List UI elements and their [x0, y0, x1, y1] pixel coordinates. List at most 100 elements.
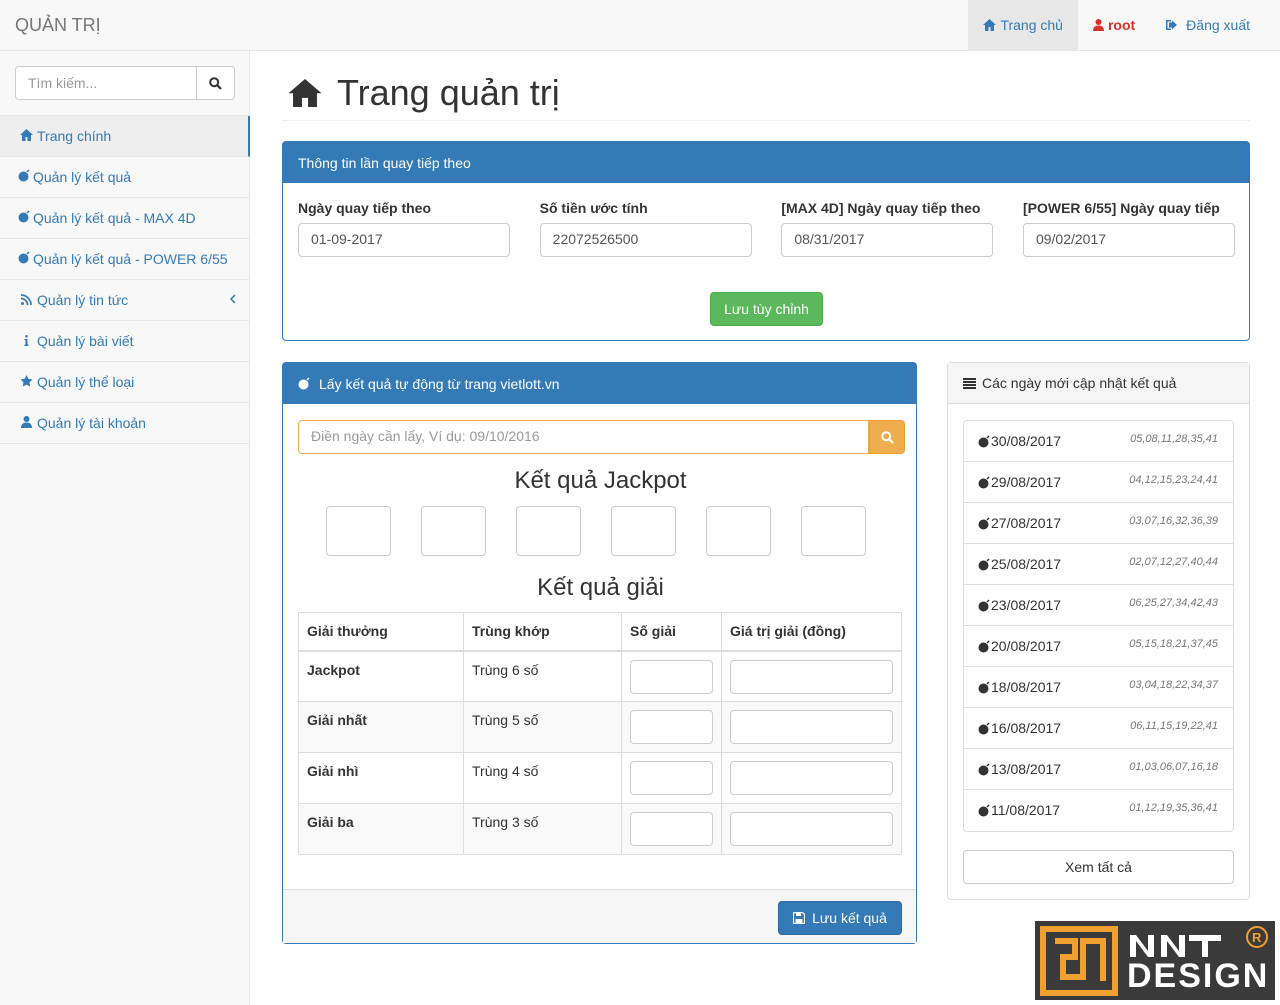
column-header: Trùng khớp	[463, 612, 622, 652]
sidebar-item-accounts[interactable]: Quản lý tài khoản	[0, 403, 250, 444]
sidebar: Tìm kiếm... Trang chính Quản lý kết quả …	[0, 51, 250, 1005]
sidebar-item-dashboard[interactable]: Trang chính	[0, 116, 250, 157]
table-row: Giải ba Trùng 3 số	[298, 803, 902, 855]
power655-next-date-input[interactable]: 09/02/2017	[1022, 223, 1235, 257]
result-numbers: 06,25,27,34,42,43	[1129, 597, 1218, 609]
result-date: 29/08/2017	[978, 474, 1061, 490]
list-item[interactable]: 18/08/2017 03,04,18,22,34,37	[964, 667, 1233, 708]
date-search-button[interactable]	[869, 420, 905, 454]
prize-cell: Giải nhì	[298, 752, 464, 804]
list-item[interactable]: 27/08/2017 03,07,16,32,36,39	[964, 503, 1233, 544]
result-numbers: 02,07,12,27,40,44	[1129, 556, 1218, 568]
list-item[interactable]: 16/08/2017 06,11,15,19,22,41	[964, 708, 1233, 749]
save-settings-button[interactable]: Lưu tùy chỉnh	[710, 292, 823, 326]
result-date-text: 23/08/2017	[991, 597, 1062, 613]
prize-count-input[interactable]	[630, 710, 713, 744]
prize-count-input[interactable]	[630, 812, 713, 846]
jackpot-number-input[interactable]	[611, 506, 676, 556]
result-date-text: 16/08/2017	[991, 720, 1062, 736]
count-cell	[621, 803, 722, 855]
sidebar-search-input[interactable]: Tìm kiếm...	[15, 66, 197, 100]
next-draw-date-input[interactable]: 01-09-2017	[298, 223, 510, 257]
sidebar-item-results[interactable]: Quản lý kết quả	[0, 157, 250, 198]
bomb-icon	[978, 639, 990, 652]
list-item[interactable]: 30/08/2017 05,08,11,28,35,41	[964, 421, 1233, 462]
sidebar-item-results-max4d[interactable]: Quản lý kết quả - MAX 4D	[0, 198, 250, 239]
jackpot-number-input[interactable]	[421, 506, 486, 556]
search-icon	[209, 76, 222, 90]
view-all-button[interactable]: Xem tất cả	[963, 850, 1234, 884]
jackpot-number-input[interactable]	[801, 506, 866, 556]
match-cell: Trùng 5 số	[463, 701, 622, 753]
count-cell	[621, 701, 722, 753]
match-cell: Trùng 6 số	[463, 650, 622, 702]
user-icon	[1092, 19, 1104, 31]
bomb-icon	[298, 377, 310, 390]
result-date: 27/08/2017	[978, 515, 1061, 531]
sidebar-search: Tìm kiếm...	[15, 66, 235, 100]
list-item[interactable]: 20/08/2017 05,15,18,21,37,45	[964, 626, 1233, 667]
prize-value-input[interactable]	[730, 761, 893, 795]
nav-user-link[interactable]: root	[1078, 0, 1150, 50]
sidebar-item-label: Quản lý kết quả - POWER 6/55	[33, 251, 228, 267]
list-item[interactable]: 29/08/2017 04,12,15,23,24,41	[964, 462, 1233, 503]
next-draw-panel: Thông tin lần quay tiếp theo Ngày quay t…	[282, 141, 1250, 341]
prize-value-input[interactable]	[730, 812, 893, 846]
result-date: 13/08/2017	[978, 761, 1061, 777]
result-date-text: 29/08/2017	[991, 474, 1062, 490]
jackpot-number-input[interactable]	[326, 506, 391, 556]
value-cell	[721, 752, 902, 804]
svg-text:R: R	[1252, 930, 1262, 945]
result-numbers: 04,12,15,23,24,41	[1129, 474, 1218, 486]
brand-link[interactable]: QUẢN TRỊ	[15, 15, 101, 36]
list-item[interactable]: 23/08/2017 06,25,27,34,42,43	[964, 585, 1233, 626]
prize-count-input[interactable]	[630, 659, 713, 694]
sidebar-item-posts[interactable]: Quản lý bài viết	[0, 321, 250, 362]
sidebar-item-categories[interactable]: Quản lý thể loại	[0, 362, 250, 403]
next-draw-fields: Ngày quay tiếp theo 01-09-2017 Số tiền ư…	[298, 200, 1235, 257]
bomb-icon	[978, 803, 990, 816]
nav-home-link[interactable]: Trang chủ	[968, 0, 1078, 50]
page-title-text: Trang quản trị	[337, 72, 560, 113]
next-draw-date-field: Ngày quay tiếp theo 01-09-2017	[298, 200, 510, 257]
date-search-input[interactable]: Điền ngày cần lấy, Ví dụ: 09/10/2016	[298, 420, 869, 454]
bomb-icon	[978, 680, 990, 693]
top-navbar: QUẢN TRỊ Trang chủ root Đăng xuất	[0, 0, 1280, 51]
jackpot-number-input[interactable]	[516, 506, 581, 556]
recent-dates-panel: Các ngày mới cập nhật kết quả 30/08/2017…	[947, 362, 1250, 900]
jackpot-number-input[interactable]	[706, 506, 771, 556]
sign-out-icon	[1166, 20, 1178, 30]
save-results-label: Lưu kết quả	[812, 910, 887, 926]
sidebar-item-label: Trang chính	[37, 128, 112, 144]
sidebar-item-label: Quản lý tài khoản	[37, 415, 146, 431]
list-item[interactable]: 13/08/2017 01,03,06,07,16,18	[964, 749, 1233, 790]
field-label: Số tiền ước tính	[539, 200, 648, 216]
prize-value-input[interactable]	[730, 710, 893, 744]
result-date-text: 13/08/2017	[991, 761, 1062, 777]
count-cell	[621, 752, 722, 804]
result-date: 11/08/2017	[978, 802, 1060, 818]
sidebar-item-results-power655[interactable]: Quản lý kết quả - POWER 6/55	[0, 239, 250, 280]
prize-value-input[interactable]	[730, 659, 893, 694]
result-numbers: 05,15,18,21,37,45	[1129, 638, 1218, 650]
prize-cell: Jackpot	[298, 650, 464, 702]
result-date-text: 18/08/2017	[991, 679, 1062, 695]
date-search: Điền ngày cần lấy, Ví dụ: 09/10/2016	[298, 420, 905, 454]
bomb-icon	[978, 475, 990, 488]
list-item[interactable]: 11/08/2017 01,12,19,35,36,41	[964, 790, 1233, 831]
nav-logout-link[interactable]: Đăng xuất	[1150, 0, 1265, 50]
page-title: Trang quản trị	[288, 72, 560, 114]
save-results-button[interactable]: Lưu kết quả	[778, 901, 902, 935]
sidebar-item-news[interactable]: Quản lý tin tức	[0, 280, 250, 321]
value-cell	[721, 650, 902, 702]
list-item[interactable]: 25/08/2017 02,07,12,27,40,44	[964, 544, 1233, 585]
prize-count-input[interactable]	[630, 761, 713, 795]
max4d-next-date-input[interactable]: 08/31/2017	[781, 223, 994, 257]
bomb-icon	[978, 762, 990, 775]
count-cell	[621, 650, 722, 702]
table-row: Giải nhất Trùng 5 số	[298, 701, 902, 753]
sidebar-search-button[interactable]	[197, 66, 235, 100]
result-numbers: 03,04,18,22,34,37	[1129, 679, 1218, 691]
power655-next-date-field: [POWER 6/55] Ngày quay tiếp 09/02/2017	[1022, 200, 1235, 257]
estimated-amount-input[interactable]: 22072526500	[539, 223, 752, 257]
